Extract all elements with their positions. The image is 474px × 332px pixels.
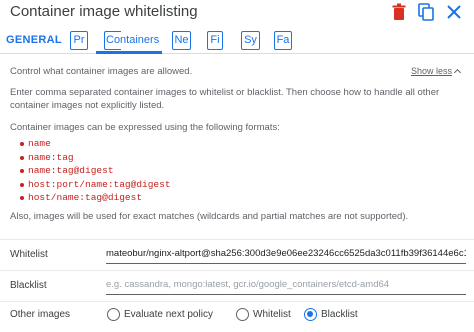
tab-fa[interactable]: Fa xyxy=(274,31,292,50)
tab-general[interactable]: GENERAL xyxy=(6,31,62,50)
bullet-icon xyxy=(20,142,24,146)
list-item: host/name:tag@digest xyxy=(18,192,318,206)
instructions-line-2: container images not explicitly listed. xyxy=(10,100,165,111)
other-images-row: Other images Evaluate next policy Whitel… xyxy=(0,301,474,331)
dialog-header: Container image whitelisting xyxy=(0,0,474,27)
list-item: host:port/name:tag@digest xyxy=(18,179,318,193)
bullet-icon xyxy=(20,182,24,187)
show-less-label[interactable]: Show less xyxy=(411,66,452,76)
radio-button[interactable] xyxy=(236,308,249,321)
radio-button[interactable] xyxy=(107,308,120,321)
format-list: name name:tag name:tag@digest host:port/… xyxy=(18,138,318,206)
trash-icon[interactable] xyxy=(391,3,407,21)
blacklist-row: Blacklist xyxy=(0,270,474,300)
list-item: name xyxy=(18,138,318,152)
format-example: host:port/name:tag@digest xyxy=(28,178,171,190)
bullet-icon xyxy=(20,196,24,200)
tab-sy[interactable]: Sy xyxy=(241,31,260,50)
radio-button-selected[interactable] xyxy=(304,308,317,321)
page-title: Container image whitelisting xyxy=(10,3,198,20)
active-tab-indicator xyxy=(96,51,162,54)
tab-pr[interactable]: Pr xyxy=(70,31,88,50)
list-item: name:tag@digest xyxy=(18,165,318,179)
tab-bar: GENERAL Pr Containers Ne Fi Sy Fa xyxy=(0,27,474,54)
copy-icon[interactable] xyxy=(418,3,434,21)
radio-label: Blacklist xyxy=(321,309,358,320)
tab-fi[interactable]: Fi xyxy=(207,31,223,50)
exact-match-note: Also, images will be used for exact matc… xyxy=(10,211,409,222)
show-less-toggle[interactable]: Show less xyxy=(411,66,462,77)
section-summary: Control what container images are allowe… xyxy=(10,66,193,77)
chevron-up-icon xyxy=(453,68,462,77)
instructions-line-1: Enter comma separated container images t… xyxy=(10,87,440,98)
whitelist-label: Whitelist xyxy=(10,249,48,260)
list-item: name:tag xyxy=(18,152,318,166)
tab-ne[interactable]: Ne xyxy=(172,31,191,50)
radio-label: Evaluate next policy xyxy=(124,309,213,320)
bullet-icon xyxy=(20,169,24,173)
blacklist-label: Blacklist xyxy=(10,280,47,291)
format-example: name:tag xyxy=(28,151,74,163)
other-images-label: Other images xyxy=(10,309,71,320)
tab-containers[interactable]: Containers xyxy=(104,31,159,50)
whitelist-input[interactable] xyxy=(106,244,466,264)
format-example: name:tag@digest xyxy=(28,165,114,176)
close-icon[interactable] xyxy=(446,3,462,21)
format-example: host/name:tag@digest xyxy=(28,192,143,203)
bullet-icon xyxy=(20,155,24,160)
radio-label: Whitelist xyxy=(253,309,291,320)
whitelist-row: Whitelist xyxy=(0,239,474,269)
format-example: name xyxy=(28,138,51,149)
formats-intro: Container images can be expressed using … xyxy=(10,122,280,133)
blacklist-input[interactable] xyxy=(106,275,466,295)
